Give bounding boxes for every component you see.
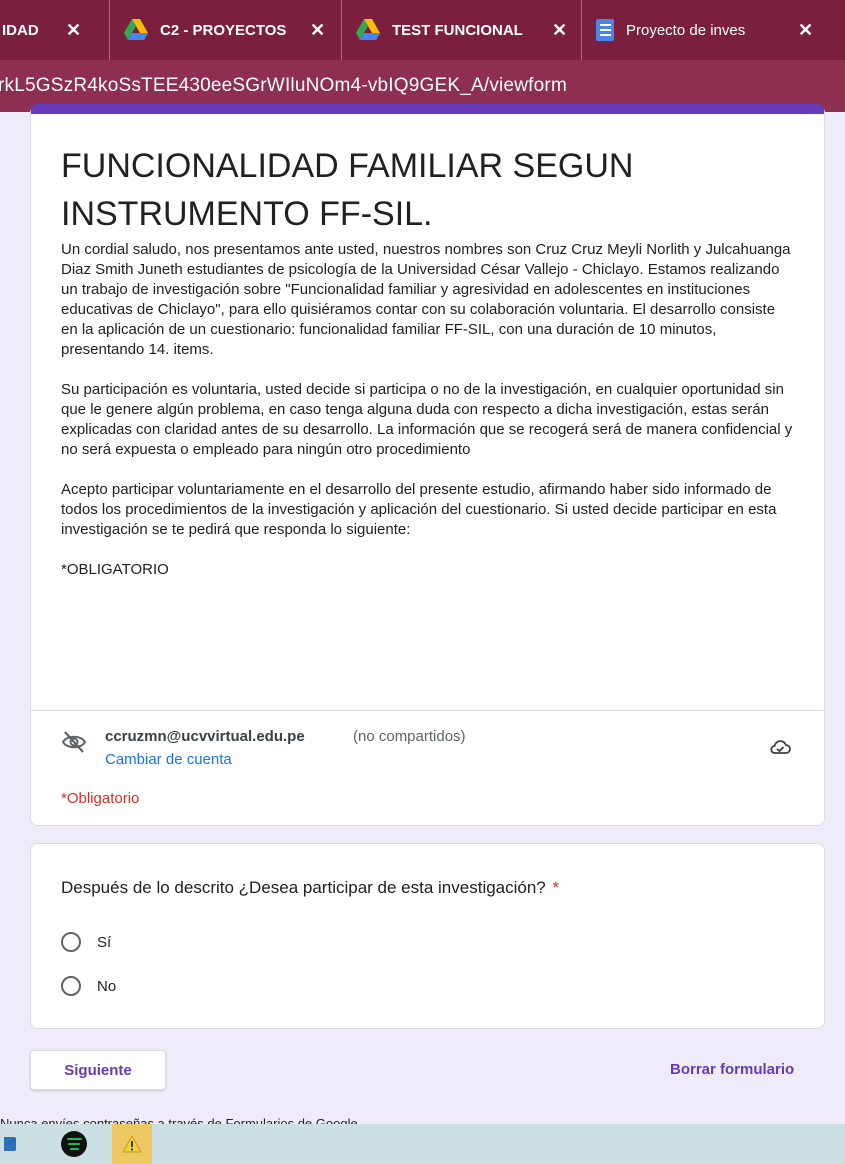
- description-paragraph: *OBLIGATORIO: [61, 561, 169, 578]
- switch-account-link[interactable]: Cambiar de cuenta: [105, 751, 232, 768]
- tab-title: C2 - PROYECTOS: [160, 21, 287, 39]
- form-description: Un cordial saludo, nos presentamos ante …: [61, 240, 793, 580]
- browser-tab-0[interactable]: IDAD ✕: [0, 0, 110, 60]
- option-si[interactable]: Sí: [61, 930, 111, 954]
- tab-title: IDAD: [2, 21, 39, 39]
- radio-button[interactable]: [61, 932, 81, 952]
- spotify-logo-icon: [61, 1131, 87, 1157]
- divider: [31, 710, 824, 711]
- google-drive-icon: [356, 19, 380, 40]
- close-icon[interactable]: ✕: [66, 20, 81, 41]
- option-label[interactable]: Sí: [97, 934, 111, 951]
- option-no[interactable]: No: [61, 974, 116, 998]
- close-icon[interactable]: ✕: [552, 20, 567, 41]
- next-button[interactable]: Siguiente: [30, 1050, 166, 1090]
- option-label[interactable]: No: [97, 978, 116, 995]
- browser-tab-bar: IDAD ✕ C2 - PROYECTOS ✕ TEST FUNCIONAL ✕…: [0, 0, 845, 60]
- description-paragraph: Acepto participar voluntariamente en el …: [61, 481, 777, 538]
- question-title: Después de lo descrito ¿Desea participar…: [61, 878, 559, 898]
- required-asterisk: *: [552, 878, 560, 897]
- cloud-saved-icon[interactable]: [769, 738, 791, 756]
- account-email: ccruzmn@ucvvirtual.edu.pe: [105, 728, 305, 745]
- radio-button[interactable]: [61, 976, 81, 996]
- clear-form-link[interactable]: Borrar formulario: [670, 1061, 794, 1078]
- spotify-icon[interactable]: [54, 1124, 94, 1164]
- account-not-shared-note: (no compartidos): [353, 728, 466, 745]
- file-explorer-icon[interactable]: [0, 1124, 20, 1164]
- eye-off-icon: [61, 731, 87, 753]
- folder-icon: [4, 1137, 16, 1151]
- browser-tab-3[interactable]: Proyecto de inves ✕: [582, 0, 845, 60]
- browser-tab-1[interactable]: C2 - PROYECTOS ✕: [110, 0, 342, 60]
- form-title: FUNCIONALIDAD FAMILIAR SEGUN INSTRUMENTO…: [61, 147, 634, 233]
- tab-title: Proyecto de inves: [626, 21, 746, 39]
- os-taskbar: [0, 1124, 845, 1164]
- account-row: ccruzmn@ucvvirtual.edu.pe (no compartido…: [61, 728, 801, 776]
- tab-title: TEST FUNCIONAL: [392, 21, 523, 39]
- question-card: Después de lo descrito ¿Desea participar…: [30, 843, 825, 1029]
- google-drive-icon: [124, 19, 148, 40]
- warning-triangle-icon: [122, 1135, 142, 1153]
- close-icon[interactable]: ✕: [798, 20, 813, 41]
- question-text: Después de lo descrito ¿Desea participar…: [61, 878, 546, 897]
- close-icon[interactable]: ✕: [310, 20, 325, 41]
- warning-icon[interactable]: [112, 1124, 152, 1164]
- form-header-card: FUNCIONALIDAD FAMILIAR SEGUN INSTRUMENTO…: [30, 104, 825, 826]
- browser-tab-2[interactable]: TEST FUNCIONAL ✕: [342, 0, 582, 60]
- description-paragraph: Su participación es voluntaria, usted de…: [61, 381, 793, 458]
- description-paragraph: Un cordial saludo, nos presentamos ante …: [61, 241, 791, 358]
- url-text[interactable]: rkL5GSzR4koSsTEE430eeSGrWIluNOm4-vbIQ9GE…: [0, 75, 567, 97]
- required-note: *Obligatorio: [61, 790, 140, 807]
- google-docs-icon: [596, 19, 614, 41]
